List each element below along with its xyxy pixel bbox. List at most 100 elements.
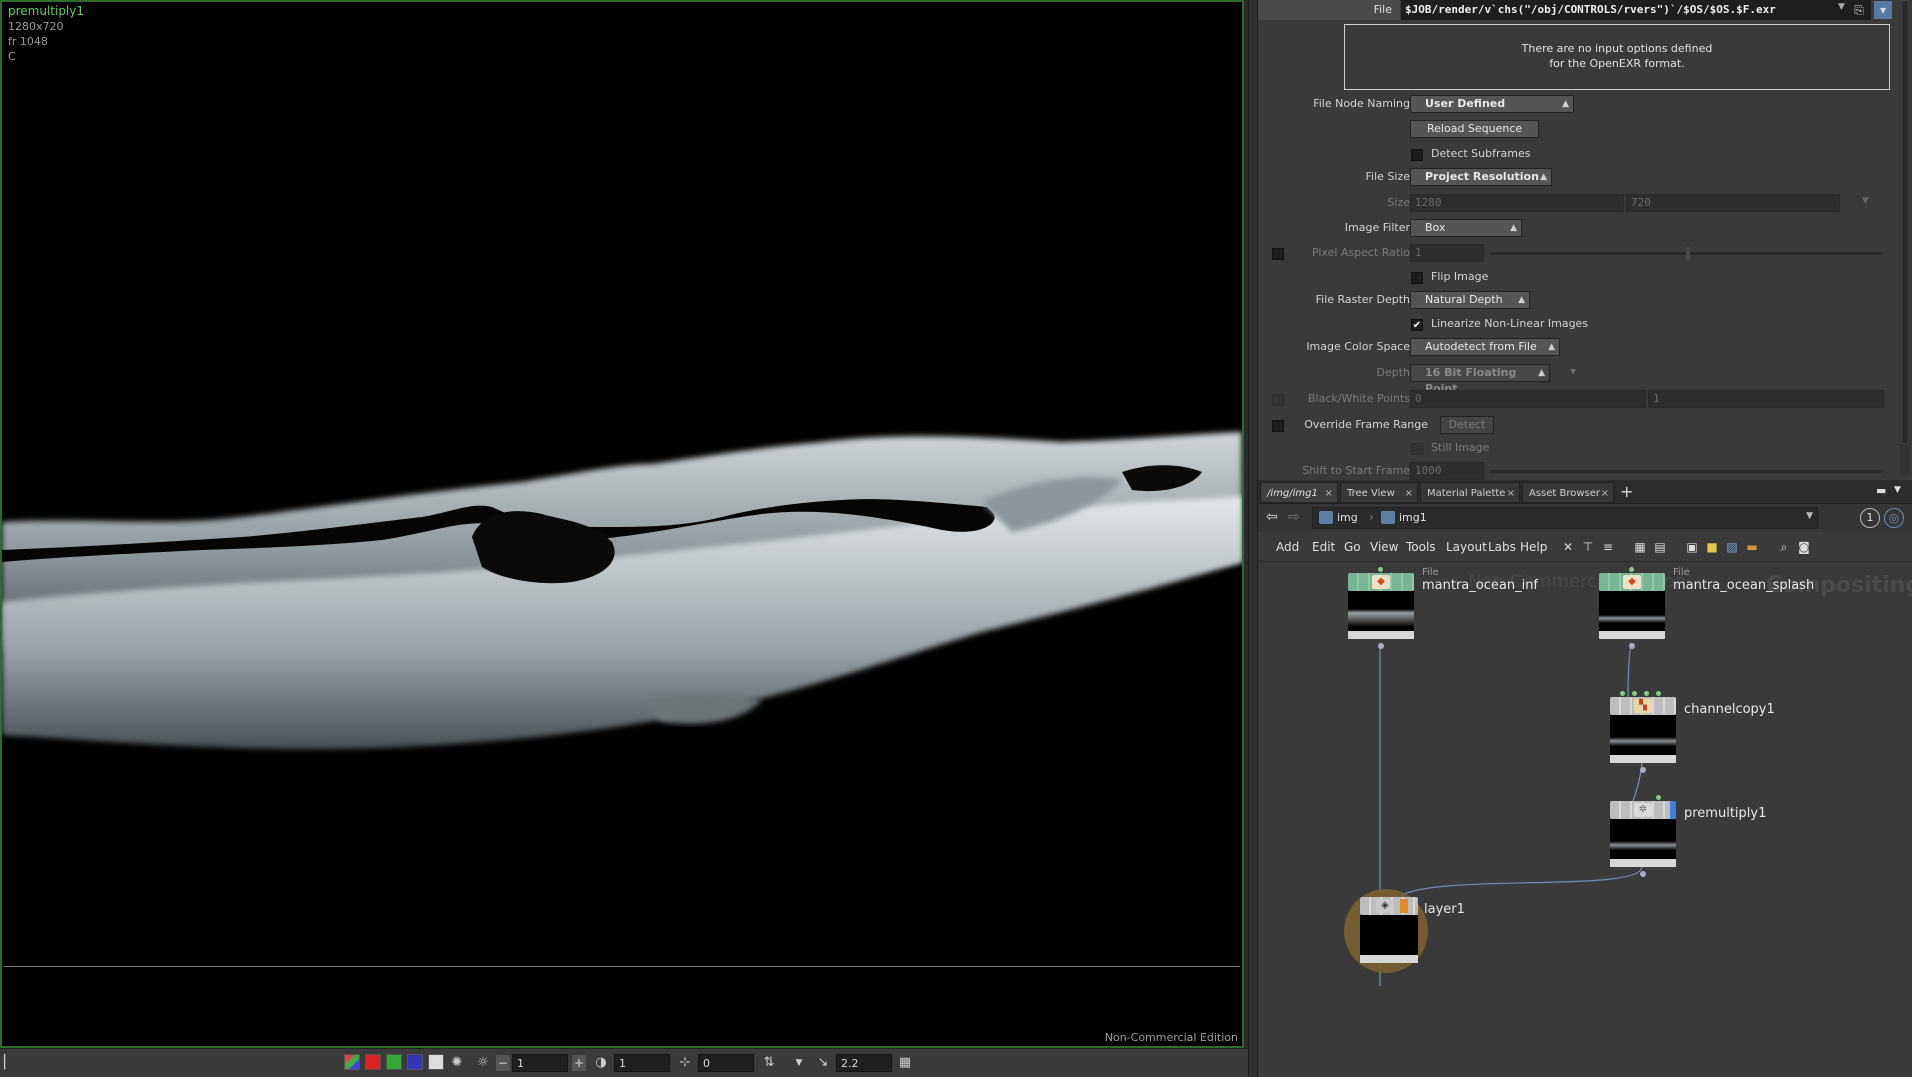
- depth-dropdown-icon[interactable]: ▼: [1570, 367, 1576, 376]
- node-output-connector[interactable]: [1640, 767, 1646, 773]
- flip-image-checkbox[interactable]: [1411, 272, 1423, 284]
- menu-view[interactable]: View: [1370, 538, 1398, 556]
- exposure-field[interactable]: 1: [512, 1054, 568, 1072]
- red-channel-swatch[interactable]: [365, 1054, 382, 1070]
- parm-menu-icon[interactable]: ▾: [1874, 1, 1892, 19]
- reload-sequence-button[interactable]: Reload Sequence: [1410, 120, 1540, 138]
- maximize-pane-icon[interactable]: ▬: [1876, 484, 1886, 497]
- file-chooser-icon[interactable]: ⎘: [1850, 1, 1868, 19]
- node-footer: [1610, 859, 1676, 867]
- add-tab-icon[interactable]: +: [1620, 482, 1633, 501]
- offset-icon[interactable]: ⊹: [676, 1054, 694, 1072]
- grid-icon[interactable]: ▦: [1632, 539, 1648, 555]
- network-editor[interactable]: Non-Commercial Edition Compositing ◆ Fil…: [1260, 563, 1912, 1077]
- brightness-icon[interactable]: ☼: [474, 1054, 492, 1072]
- menu-go[interactable]: Go: [1344, 538, 1361, 556]
- exposure-icon[interactable]: ✺: [448, 1054, 466, 1072]
- white-point-field[interactable]: 1: [1648, 390, 1884, 408]
- sticky-note-icon[interactable]: ■: [1704, 539, 1720, 555]
- contrast-icon[interactable]: ◑: [592, 1054, 610, 1072]
- breadcrumb-img1[interactable]: img1: [1379, 510, 1427, 526]
- increment-button[interactable]: +: [572, 1055, 586, 1071]
- camera-icon[interactable]: ◙: [1796, 539, 1812, 555]
- tab-tree-view[interactable]: Tree View ×: [1340, 482, 1418, 503]
- image-color-space-menu[interactable]: Autodetect from File ▲: [1410, 338, 1560, 356]
- file-history-dropdown-icon[interactable]: ▼: [1838, 2, 1845, 12]
- contrast-field[interactable]: 1: [614, 1054, 670, 1072]
- close-icon[interactable]: ×: [1325, 483, 1333, 504]
- tile-icon[interactable]: ▤: [1652, 539, 1668, 555]
- rgb-channel-swatch[interactable]: [344, 1054, 360, 1070]
- file-raster-depth-label: File Raster Depth: [1315, 293, 1410, 306]
- image-viewport[interactable]: premultiply1 1280x720 fr 1048 C Non-Comm…: [0, 0, 1244, 1048]
- file-raster-depth-menu[interactable]: Natural Depth ▲: [1410, 291, 1530, 309]
- detect-button[interactable]: Detect: [1440, 416, 1494, 434]
- tree-layout-icon[interactable]: ⊤: [1580, 539, 1596, 555]
- file-node-naming-menu[interactable]: User Defined ▲: [1410, 95, 1574, 113]
- node-output-connector[interactable]: [1640, 871, 1646, 877]
- pane-menu-icon[interactable]: ▼: [1894, 485, 1901, 495]
- tab-asset-browser[interactable]: Asset Browser ×: [1522, 482, 1614, 503]
- size-x-field[interactable]: 1280: [1410, 194, 1624, 212]
- override-frame-range-checkbox[interactable]: [1272, 420, 1284, 432]
- node-output-connector[interactable]: [1378, 643, 1384, 649]
- pixel-aspect-slider[interactable]: [1490, 247, 1882, 260]
- menu-add[interactable]: Add: [1276, 538, 1299, 556]
- breadcrumb-img[interactable]: img: [1317, 510, 1358, 526]
- pin-counter[interactable]: 1: [1860, 508, 1880, 528]
- detect-subframes-checkbox[interactable]: [1411, 149, 1423, 161]
- gamma-field[interactable]: 2.2: [836, 1054, 892, 1072]
- slider-knob[interactable]: [1686, 247, 1690, 260]
- shift-start-field[interactable]: 1000: [1410, 462, 1484, 480]
- bundle-icon[interactable]: ▬: [1744, 539, 1760, 555]
- linearize-checkbox[interactable]: ✔: [1411, 319, 1423, 331]
- back-arrow-icon[interactable]: ⇦: [1266, 509, 1278, 525]
- alpha-channel-swatch[interactable]: [428, 1054, 445, 1070]
- lut-icon[interactable]: ⇅: [760, 1054, 778, 1072]
- image-filter-label: Image Filter: [1344, 221, 1410, 234]
- node-output-connector[interactable]: [1629, 643, 1635, 649]
- offset-field[interactable]: 0: [698, 1054, 754, 1072]
- toolbar-handle-icon[interactable]: ▏: [4, 1054, 14, 1072]
- depth-menu[interactable]: 16 Bit Floating Point ▲: [1410, 364, 1550, 395]
- screenshot-icon[interactable]: ▣: [1684, 539, 1700, 555]
- blue-channel-swatch[interactable]: [407, 1054, 424, 1070]
- wrench-icon[interactable]: ✕: [1560, 539, 1576, 555]
- shift-start-slider[interactable]: [1490, 470, 1882, 473]
- menu-tools[interactable]: Tools: [1406, 538, 1436, 556]
- close-icon[interactable]: ×: [1507, 483, 1515, 504]
- close-icon[interactable]: ×: [1601, 483, 1609, 504]
- file-size-menu[interactable]: Project Resolution ▲: [1410, 168, 1552, 186]
- node-input-dot: [1632, 691, 1637, 696]
- decrement-button[interactable]: −: [496, 1055, 510, 1071]
- pixel-aspect-enable-checkbox[interactable]: [1272, 248, 1284, 260]
- black-point-field[interactable]: 0: [1410, 390, 1646, 408]
- menu-edit[interactable]: Edit: [1312, 538, 1335, 556]
- path-dropdown-icon[interactable]: ▼: [1806, 511, 1813, 521]
- file-path-field[interactable]: $JOB/render/v`chs("/obj/CONTROLS/rvers")…: [1401, 0, 1871, 20]
- tab-network[interactable]: /img/img1 ×: [1260, 482, 1338, 503]
- gamma-icon[interactable]: ↘: [814, 1054, 832, 1072]
- parameter-scrollbar[interactable]: [1900, 0, 1910, 476]
- list-icon[interactable]: ≡: [1600, 539, 1616, 555]
- lut-dropdown-icon[interactable]: ▼: [790, 1054, 808, 1072]
- search-icon[interactable]: ⌕: [1776, 539, 1792, 555]
- pixel-aspect-field[interactable]: 1: [1410, 244, 1484, 262]
- viewer-options-icon[interactable]: ▦: [896, 1054, 914, 1072]
- image-filter-menu[interactable]: Box ▲: [1410, 219, 1522, 237]
- image-icon[interactable]: ▨: [1724, 539, 1740, 555]
- size-y-field[interactable]: 720: [1626, 194, 1840, 212]
- size-dropdown-icon[interactable]: ▼: [1862, 196, 1869, 206]
- still-image-checkbox[interactable]: [1411, 443, 1423, 455]
- tab-material-palette[interactable]: Material Palette ×: [1420, 482, 1520, 503]
- link-icon[interactable]: ◎: [1884, 508, 1904, 528]
- pane-divider[interactable]: [1248, 0, 1258, 1077]
- black-white-enable-checkbox[interactable]: [1272, 394, 1284, 406]
- menu-layout[interactable]: Layout: [1446, 538, 1487, 556]
- close-icon[interactable]: ×: [1405, 483, 1413, 504]
- green-channel-swatch[interactable]: [386, 1054, 403, 1070]
- menu-help[interactable]: Help: [1520, 538, 1547, 556]
- forward-arrow-icon[interactable]: ⇨: [1288, 509, 1300, 525]
- scrollbar-thumb[interactable]: [1901, 0, 1909, 444]
- menu-labs[interactable]: Labs: [1488, 538, 1516, 556]
